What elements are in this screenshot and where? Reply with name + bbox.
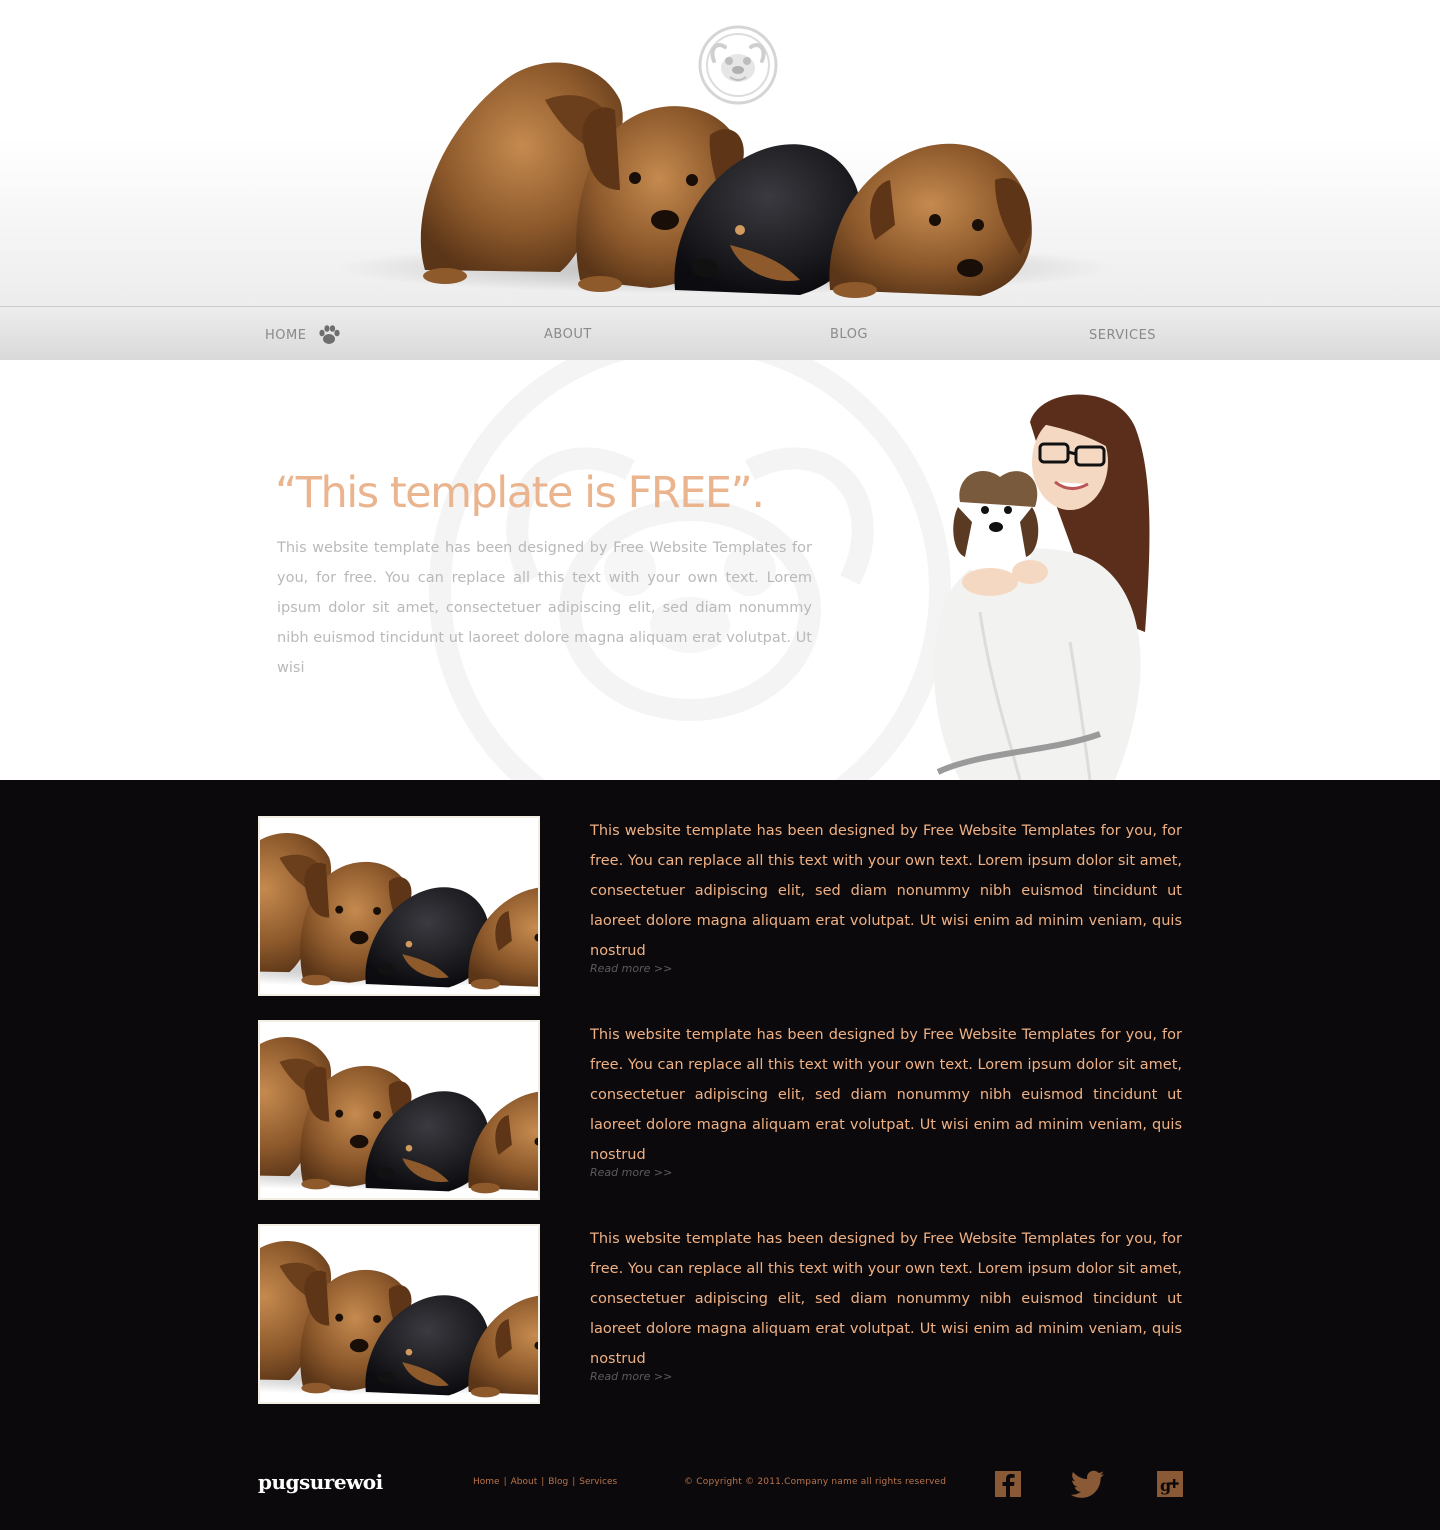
- post-thumbnail[interactable]: [258, 1224, 540, 1404]
- twitter-icon[interactable]: [1069, 1470, 1105, 1498]
- facebook-icon[interactable]: [994, 1470, 1022, 1498]
- read-more-link[interactable]: Read more >>: [590, 962, 672, 975]
- read-more-link[interactable]: Read more >>: [590, 1370, 672, 1383]
- post-thumbnail[interactable]: [258, 1020, 540, 1200]
- pug-logo-icon[interactable]: [697, 25, 779, 105]
- post-item: This website template has been designed …: [0, 816, 1440, 1020]
- nav-home[interactable]: HOME: [265, 328, 306, 343]
- nav-blog[interactable]: BLOG: [830, 327, 868, 342]
- footer-logo[interactable]: pugsurewoi: [258, 1470, 383, 1494]
- paw-icon: [319, 325, 340, 344]
- nav-about[interactable]: ABOUT: [544, 327, 592, 342]
- post-text: This website template has been designed …: [590, 823, 1182, 959]
- main-nav: HOME ABOUT BLOG SERVICES: [0, 306, 1440, 360]
- post-item: This website template has been designed …: [0, 1020, 1440, 1224]
- read-more-link[interactable]: Read more >>: [590, 1166, 672, 1179]
- post-thumbnail[interactable]: [258, 816, 540, 996]
- puppies-thumbnail-image: [260, 1022, 538, 1198]
- copyright-text: © Copyright © 2011.Company name all righ…: [684, 1477, 947, 1487]
- separator: |: [572, 1477, 576, 1487]
- girl-with-puppy-image: [933, 394, 1150, 780]
- separator: |: [541, 1477, 545, 1487]
- post-text: This website template has been designed …: [590, 1231, 1182, 1367]
- puppies-thumbnail-image: [260, 1226, 538, 1402]
- puppies-thumbnail-image: [260, 818, 538, 994]
- post-text: This website template has been designed …: [590, 1027, 1182, 1163]
- intro-section: “This template is FREE”. This website te…: [0, 360, 1440, 780]
- post-item: This website template has been designed …: [0, 1224, 1440, 1428]
- nav-services[interactable]: SERVICES: [1089, 328, 1156, 343]
- footer-link-about[interactable]: About: [511, 1477, 538, 1487]
- google-plus-icon[interactable]: g: [1156, 1470, 1184, 1498]
- intro-title: “This template is FREE”.: [275, 468, 765, 518]
- separator: |: [503, 1477, 507, 1487]
- footer-nav: Home | About | Blog | Services: [473, 1477, 617, 1487]
- footer-link-home[interactable]: Home: [473, 1477, 500, 1487]
- intro-text: This website template has been designed …: [277, 540, 812, 676]
- footer-link-blog[interactable]: Blog: [548, 1477, 568, 1487]
- site-header: [0, 0, 1440, 306]
- footer-link-services[interactable]: Services: [579, 1477, 617, 1487]
- svg-text:g: g: [1160, 1476, 1171, 1495]
